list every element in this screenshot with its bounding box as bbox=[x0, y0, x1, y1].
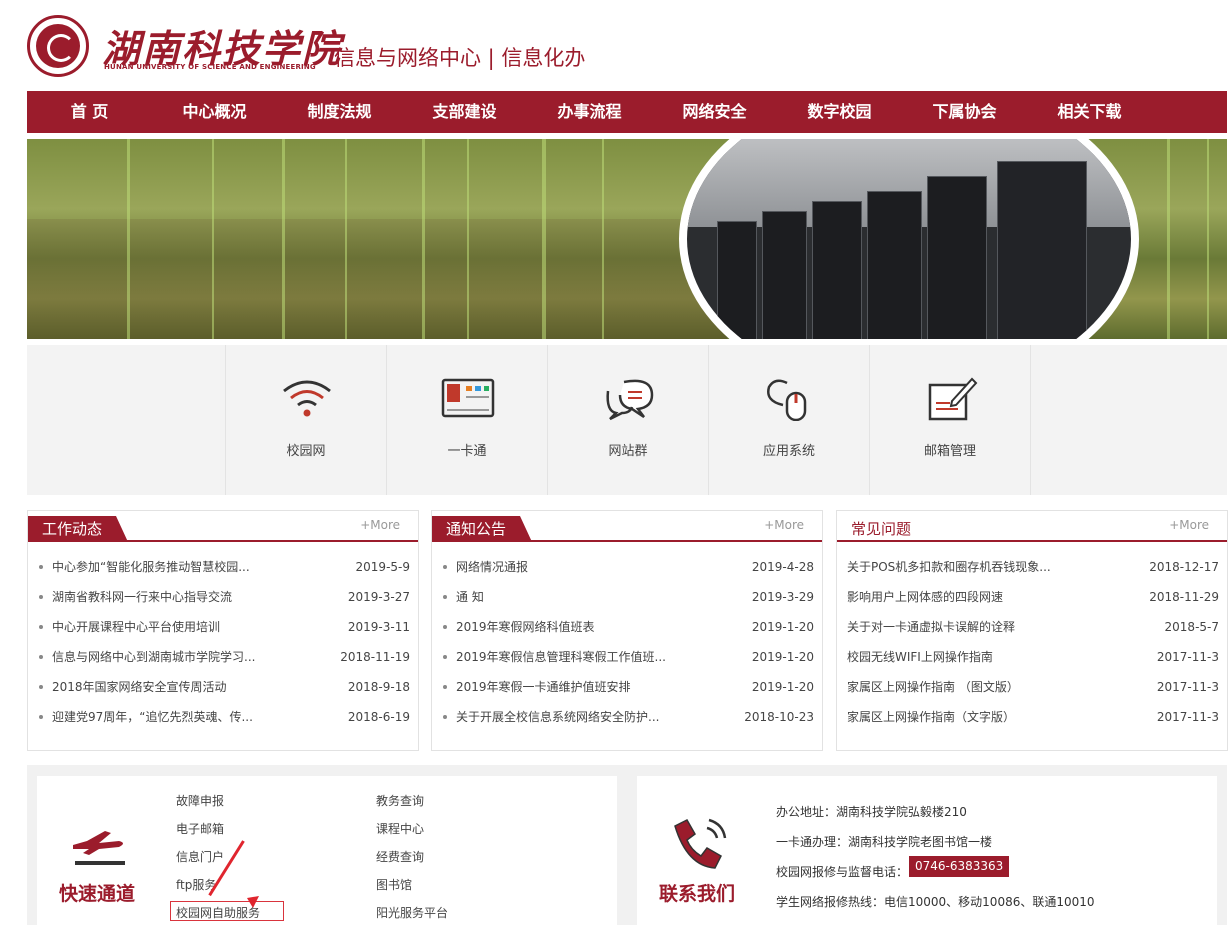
header: 湖南科技学院 HUNAN UNIVERSITY OF SCIENCE AND E… bbox=[0, 0, 1230, 91]
service-sites[interactable]: 网站群 bbox=[547, 345, 708, 495]
server-room-photo bbox=[679, 139, 1139, 339]
office-address: 办公地址：湖南科技学院弘毅楼210 bbox=[776, 805, 967, 819]
nav-regulations[interactable]: 制度法规 bbox=[277, 91, 402, 133]
link-email[interactable]: 电子邮箱 bbox=[176, 820, 224, 837]
nav-about[interactable]: 中心概况 bbox=[152, 91, 277, 133]
arrow-head-icon bbox=[247, 896, 259, 908]
list-item[interactable]: 网络情况通报 2019-4-28 bbox=[432, 552, 822, 582]
quick-access: 快速通道 故障申报 电子邮箱 信息门户 ftp服务 校园网自助服务 教务查询 课… bbox=[37, 776, 617, 925]
repair-label: 校园网报修与监督电话： bbox=[776, 865, 909, 879]
list-item[interactable]: 关于对一卡通虚拟卡误解的诠释 2018-5-7 bbox=[837, 612, 1227, 642]
airplane-icon bbox=[73, 831, 125, 865]
list-item[interactable]: 通 知 2019-3-29 bbox=[432, 582, 822, 612]
list-item[interactable]: 影响用户上网体感的四段网速 2018-11-29 bbox=[837, 582, 1227, 612]
list-item[interactable]: 信息与网络中心到湖南城市学院学习... 2018-11-19 bbox=[28, 642, 418, 672]
nav-party-branch[interactable]: 支部建设 bbox=[402, 91, 527, 133]
nav-digital-campus[interactable]: 数字校园 bbox=[777, 91, 902, 133]
link-library[interactable]: 图书馆 bbox=[376, 876, 412, 893]
service-strip: 校园网 一卡通 网站群 应用系统 邮箱管理 bbox=[27, 345, 1227, 495]
edit-icon bbox=[928, 377, 978, 421]
link-funds[interactable]: 经费查询 bbox=[376, 848, 424, 865]
link-course-center[interactable]: 课程中心 bbox=[376, 820, 424, 837]
contact-title: 联系我们 bbox=[659, 883, 736, 905]
list-item[interactable]: 关于POS机多扣款和圈存机吞钱现象... 2018-12-17 bbox=[837, 552, 1227, 582]
list-item[interactable]: 中心开展课程中心平台使用培训 2019-3-11 bbox=[28, 612, 418, 642]
service-label: 一卡通 bbox=[447, 444, 487, 459]
service-apps[interactable]: 应用系统 bbox=[708, 345, 869, 495]
nav-downloads[interactable]: 相关下载 bbox=[1027, 91, 1152, 133]
list-item[interactable]: 湖南省教科网一行来中心指导交流 2019-3-27 bbox=[28, 582, 418, 612]
service-label: 邮箱管理 bbox=[923, 444, 976, 459]
service-label: 网站群 bbox=[608, 444, 648, 459]
panel-title: 工作动态 bbox=[28, 516, 129, 542]
card-office: 一卡通办理：湖南科技学院老图书馆一楼 bbox=[776, 835, 993, 849]
link-fault-report[interactable]: 故障申报 bbox=[176, 792, 224, 809]
nav-home[interactable]: 首 页 bbox=[27, 91, 152, 133]
panel-title: 通知公告 bbox=[432, 516, 533, 542]
nav-process[interactable]: 办事流程 bbox=[527, 91, 652, 133]
list-item[interactable]: 校园无线WIFI上网操作指南 2017-11-3 bbox=[837, 642, 1227, 672]
page: 湖南科技学院 HUNAN UNIVERSITY OF SCIENCE AND E… bbox=[0, 0, 1230, 925]
highlight-box bbox=[170, 901, 284, 921]
panel-notices: 通知公告 +More 网络情况通报 2019-4-28 通 知 2019-3-29 … bbox=[431, 510, 823, 751]
list-item[interactable]: 2019年寒假网络科值班表 2019-1-20 bbox=[432, 612, 822, 642]
panel-title: 常见问题 bbox=[851, 520, 912, 538]
quick-title: 快速通道 bbox=[59, 883, 136, 905]
service-card[interactable]: 一卡通 bbox=[386, 345, 547, 495]
card-icon bbox=[441, 378, 495, 418]
chat-bubbles-icon bbox=[606, 379, 654, 421]
list-item[interactable]: 2019年寒假信息管理科寒假工作值班... 2019-1-20 bbox=[432, 642, 822, 672]
list-item[interactable]: 中心参加“智能化服务推动智慧校园... 2019-5-9 bbox=[28, 552, 418, 582]
student-hotline: 学生网络报修热线：电信10000、移动10086、联通10010 bbox=[776, 895, 1095, 909]
repair-phone: 0746-6383363 bbox=[909, 856, 1010, 877]
service-label: 应用系统 bbox=[762, 444, 815, 459]
contact-us: 联系我们 办公地址：湖南科技学院弘毅楼210 一卡通办理：湖南科技学院老图书馆一… bbox=[637, 776, 1217, 925]
list-item[interactable]: 2018年国家网络安全宣传周活动 2018-9-18 bbox=[28, 672, 418, 702]
school-seal-logo[interactable] bbox=[27, 15, 89, 77]
panel-faq: 常见问题 +More 关于POS机多扣款和圈存机吞钱现象... 2018-12-1… bbox=[836, 510, 1228, 751]
service-label: 校园网 bbox=[286, 444, 326, 459]
more-link[interactable]: +More bbox=[360, 518, 400, 532]
link-sunshine-platform[interactable]: 阳光服务平台 bbox=[376, 904, 448, 921]
footer-area: 快速通道 故障申报 电子邮箱 信息门户 ftp服务 校园网自助服务 教务查询 课… bbox=[27, 765, 1227, 925]
site-title: 信息与网络中心 | 信息化办 bbox=[334, 46, 586, 70]
wifi-icon bbox=[283, 380, 331, 417]
panel-work-news: 工作动态 +More 中心参加“智能化服务推动智慧校园... 2019-5-9 湖… bbox=[27, 510, 419, 751]
link-portal[interactable]: 信息门户 bbox=[176, 848, 224, 865]
list-item[interactable]: 关于开展全校信息系统网络安全防护... 2018-10-23 bbox=[432, 702, 822, 732]
nav-associations[interactable]: 下属协会 bbox=[902, 91, 1027, 133]
nav-security[interactable]: 网络安全 bbox=[652, 91, 777, 133]
banner-image bbox=[27, 139, 1227, 339]
list-item[interactable]: 迎建党97周年，“追忆先烈英魂、传... 2018-6-19 bbox=[28, 702, 418, 732]
school-name-en: HUNAN UNIVERSITY OF SCIENCE AND ENGINEER… bbox=[104, 63, 316, 71]
more-link[interactable]: +More bbox=[1169, 518, 1209, 532]
service-campus-net[interactable]: 校园网 bbox=[225, 345, 386, 495]
list-item[interactable]: 家属区上网操作指南（文字版） 2017-11-3 bbox=[837, 702, 1227, 732]
main-nav: 首 页 中心概况 制度法规 支部建设 办事流程 网络安全 数字校园 下属协会 相… bbox=[27, 91, 1227, 133]
list-item[interactable]: 家属区上网操作指南 （图文版） 2017-11-3 bbox=[837, 672, 1227, 702]
service-mail[interactable]: 邮箱管理 bbox=[869, 345, 1030, 495]
list-item[interactable]: 2019年寒假一卡通维护值班安排 2019-1-20 bbox=[432, 672, 822, 702]
mouse-icon bbox=[767, 379, 807, 421]
link-academic[interactable]: 教务查询 bbox=[376, 792, 424, 809]
phone-icon bbox=[674, 818, 727, 869]
more-link[interactable]: +More bbox=[764, 518, 804, 532]
